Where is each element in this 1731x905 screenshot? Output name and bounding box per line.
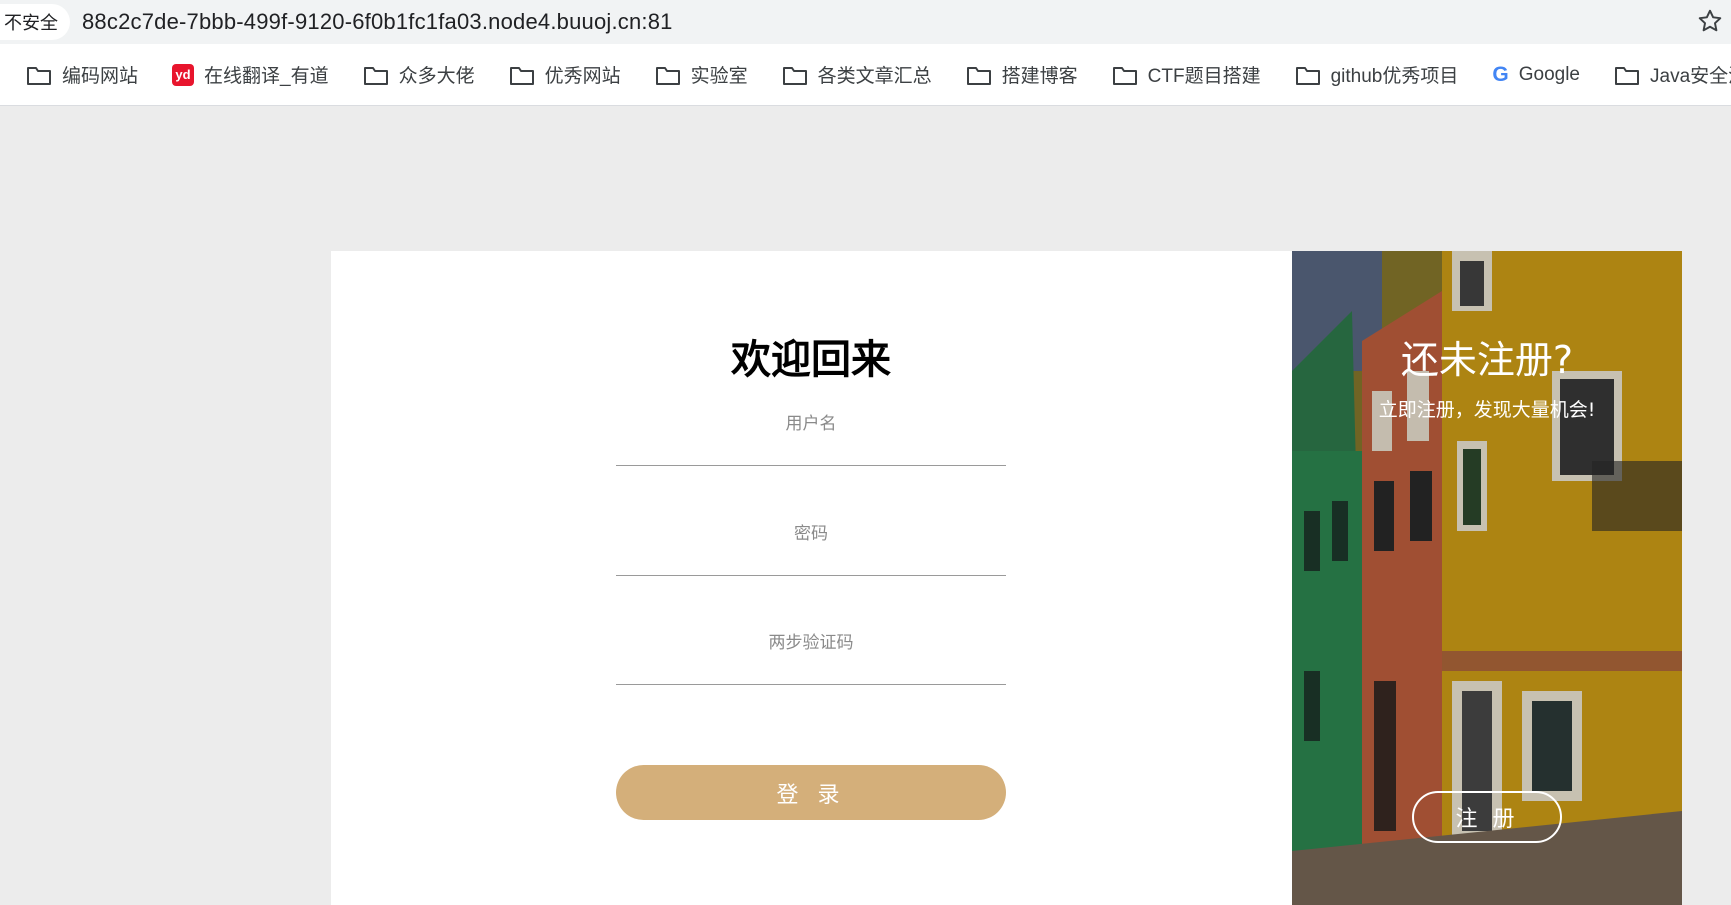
bookmark-item[interactable]: 优秀网站 (509, 61, 621, 88)
bookmark-item[interactable]: 各类文章汇总 (782, 61, 932, 88)
bookmark-label: CTF题目搭建 (1147, 66, 1261, 87)
folder-icon (363, 64, 389, 86)
register-button[interactable]: 注 册 (1412, 791, 1562, 843)
folder-icon (966, 64, 992, 86)
folder-icon (1614, 64, 1640, 86)
bookmark-item[interactable]: G Google (1492, 63, 1580, 87)
bookmark-star-icon[interactable] (1695, 6, 1725, 36)
promo-subtitle: 立即注册，发现大量机会! (1378, 399, 1596, 421)
bookmark-item[interactable]: 众多大佬 (363, 61, 475, 88)
otp-field-wrapper (616, 625, 1006, 685)
bookmark-label: Java安全漫谈 (1650, 66, 1731, 87)
bookmark-item[interactable]: CTF题目搭建 (1112, 61, 1261, 88)
bookmark-label: 搭建博客 (1001, 66, 1078, 87)
register-promo-panel: 还未注册? 立即注册，发现大量机会! 注 册 (1292, 251, 1682, 905)
folder-icon (782, 64, 808, 86)
folder-icon (655, 64, 681, 86)
bookmark-item[interactable]: github优秀项目 (1295, 61, 1459, 88)
bookmark-label: 各类文章汇总 (817, 66, 932, 87)
security-indicator[interactable]: 不安全 (0, 4, 70, 40)
bookmark-item[interactable]: Java安全漫谈 (1614, 61, 1731, 88)
username-field-wrapper (616, 406, 1006, 466)
promo-title: 还未注册? (1400, 338, 1574, 382)
bookmark-item[interactable]: 实验室 (655, 61, 748, 88)
bookmark-item[interactable]: yd 在线翻译_有道 (172, 61, 329, 88)
bookmarks-bar: 编码网站 yd 在线翻译_有道 众多大佬 优秀网站 实验室 各类文章汇总 搭建博… (0, 44, 1731, 106)
folder-icon (509, 64, 535, 86)
bookmark-label: github优秀项目 (1330, 66, 1459, 87)
folder-icon (1295, 64, 1321, 86)
bookmark-label: 众多大佬 (398, 66, 475, 87)
youdao-icon: yd (172, 63, 195, 86)
login-button[interactable]: 登 录 (616, 765, 1006, 820)
address-bar: 不安全 88c2c7de-7bbb-499f-9120-6f0b1fc1fa03… (0, 0, 1731, 44)
login-card: 欢迎回来 登 录 (331, 251, 1292, 905)
otp-input[interactable] (616, 625, 1006, 684)
password-field-wrapper (616, 516, 1006, 576)
bookmark-label: 在线翻译_有道 (204, 66, 329, 87)
google-icon: G (1492, 62, 1509, 86)
url-text[interactable]: 88c2c7de-7bbb-499f-9120-6f0b1fc1fa03.nod… (82, 9, 673, 35)
login-title: 欢迎回来 (731, 337, 891, 383)
password-input[interactable] (616, 516, 1006, 575)
folder-icon (1112, 64, 1138, 86)
bookmark-label: 优秀网站 (544, 66, 621, 87)
bookmark-item[interactable]: 编码网站 (26, 61, 138, 88)
bookmark-label: 编码网站 (62, 66, 139, 87)
security-label: 不安全 (4, 13, 58, 34)
bookmark-item[interactable]: 搭建博客 (966, 61, 1078, 88)
folder-icon (26, 64, 52, 86)
bookmark-label: Google (1518, 63, 1581, 85)
bookmark-label: 实验室 (690, 66, 748, 87)
username-input[interactable] (616, 406, 1006, 465)
